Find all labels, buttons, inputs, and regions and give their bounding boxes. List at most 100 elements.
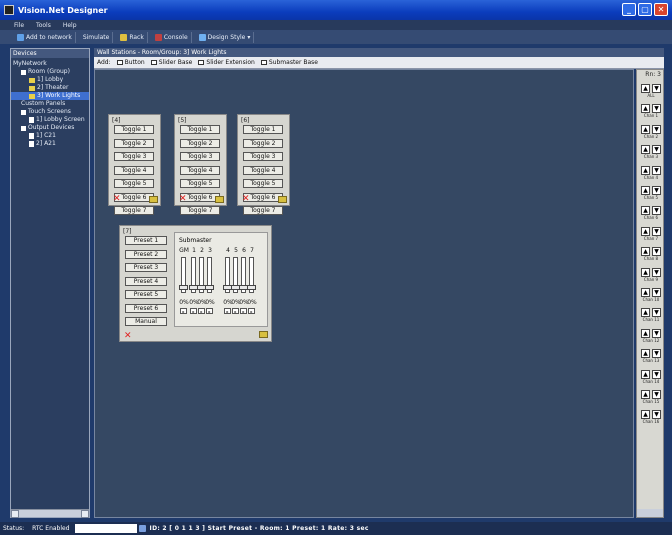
lower-button[interactable]: ▼ [652, 410, 661, 420]
design-style-button[interactable]: Design Style ▾ [196, 31, 255, 43]
flash-button[interactable]: ▸ [190, 308, 197, 314]
tree-item[interactable]: Output Devices [11, 124, 89, 132]
raise-button[interactable]: ▲ [641, 267, 650, 277]
lower-button[interactable]: ▼ [652, 226, 661, 236]
toggle-button[interactable]: Toggle 3 [114, 152, 154, 161]
preset-button[interactable]: Preset 6 [125, 303, 167, 313]
raise-button[interactable]: ▲ [641, 145, 650, 155]
tree-item[interactable]: MyNetwork [11, 60, 89, 68]
toggle-button[interactable]: Toggle 2 [243, 138, 283, 148]
toggle-button[interactable]: Toggle 4 [243, 165, 283, 175]
horizontal-scrollbar[interactable] [11, 509, 89, 518]
raise-button[interactable]: ▲ [641, 186, 650, 195]
toggle-button[interactable]: Toggle 3 [243, 152, 283, 161]
console-button[interactable]: Console [152, 31, 192, 43]
lower-button[interactable]: ▼ [652, 267, 661, 277]
manual-button[interactable]: Manual [125, 317, 167, 326]
toggle-button[interactable]: Toggle 3 [180, 152, 220, 161]
raise-button[interactable]: ▲ [641, 247, 650, 257]
edit-icon[interactable] [259, 331, 268, 338]
lower-button[interactable]: ▼ [652, 328, 661, 338]
raise-button[interactable]: ▲ [641, 206, 650, 216]
wall-station-panel[interactable]: [5] Toggle 1 Toggle 2 Toggle 3 Toggle 4 Toggl… [174, 114, 227, 215]
scroll-right-arrow[interactable] [81, 510, 89, 518]
preset-button[interactable]: Preset 1 [125, 236, 167, 245]
delete-icon[interactable]: ✕ [124, 332, 132, 341]
tree-item[interactable]: 2] A21 [11, 140, 89, 148]
delete-icon[interactable]: ✕ [242, 195, 250, 204]
preset-button[interactable]: Preset 3 [125, 263, 167, 272]
raise-button[interactable]: ▲ [641, 349, 650, 359]
edit-icon[interactable] [215, 196, 224, 203]
menu-file[interactable]: File [14, 22, 24, 29]
tree-item[interactable]: 2] Theater [11, 84, 89, 92]
flash-button[interactable]: ▸ [224, 308, 231, 314]
toggle-button[interactable]: Toggle 1 [243, 125, 283, 134]
wall-station-panel[interactable]: [4] Toggle 1 Toggle 2 Toggle 3 Toggle 4 Toggl… [108, 114, 161, 215]
toggle-button[interactable]: Toggle 4 [180, 165, 220, 175]
scroll-left-arrow[interactable] [11, 510, 19, 518]
menu-help[interactable]: Help [63, 22, 77, 29]
raise-button[interactable]: ▲ [641, 226, 650, 236]
design-canvas[interactable]: [4] Toggle 1 Toggle 2 Toggle 3 Toggle 4 Toggl… [94, 69, 634, 518]
flash-button[interactable]: ▸ [248, 308, 255, 314]
toggle-button[interactable]: Toggle 1 [180, 125, 220, 134]
lower-button[interactable]: ▼ [652, 84, 661, 93]
add-slider-base[interactable]: Slider Base [150, 59, 192, 66]
toggle-button[interactable]: Toggle 5 [180, 179, 220, 188]
lower-button[interactable]: ▼ [652, 104, 661, 114]
fader-knob[interactable] [247, 285, 256, 290]
toggle-button[interactable]: Toggle 7 [180, 206, 220, 215]
raise-button[interactable]: ▲ [641, 165, 650, 175]
flash-button[interactable]: ▸ [180, 308, 187, 314]
menu-tools[interactable]: Tools [36, 22, 51, 29]
minimize-button[interactable]: _ [622, 3, 636, 16]
lower-button[interactable]: ▼ [652, 288, 661, 297]
tree-item[interactable]: Room (Group) [11, 68, 89, 76]
tree-item[interactable]: Custom Panels [11, 100, 89, 108]
tree-item[interactable]: 3] Work Lights [11, 92, 89, 100]
lower-button[interactable]: ▼ [652, 369, 661, 379]
tree-item[interactable]: 1] C21 [11, 132, 89, 140]
preset-button[interactable]: Preset 4 [125, 276, 167, 286]
add-submaster-base[interactable]: Submaster Base [260, 59, 318, 66]
toggle-button[interactable]: Toggle 5 [114, 179, 154, 188]
preset-panel[interactable]: [7] Preset 1 Preset 2 Preset 3 Preset 4 Prese… [119, 225, 272, 342]
fader-knob[interactable] [179, 285, 188, 290]
lower-button[interactable]: ▼ [652, 206, 661, 216]
toggle-button[interactable]: Toggle 5 [243, 179, 283, 188]
add-to-network-button[interactable]: Add to network [14, 31, 76, 43]
raise-button[interactable]: ▲ [641, 104, 650, 114]
edit-icon[interactable] [278, 196, 287, 203]
delete-icon[interactable]: ✕ [179, 195, 187, 204]
raise-button[interactable]: ▲ [641, 124, 650, 134]
flash-button[interactable]: ▸ [206, 308, 213, 314]
tree-item[interactable]: 1] Lobby [11, 76, 89, 84]
lower-button[interactable]: ▼ [652, 308, 661, 318]
add-button-item[interactable]: Button [116, 59, 145, 66]
raise-button[interactable]: ▲ [641, 328, 650, 338]
toggle-button[interactable]: Toggle 4 [114, 165, 154, 175]
preset-button[interactable]: Preset 2 [125, 249, 167, 259]
rack-button[interactable]: Rack [117, 31, 148, 43]
raise-button[interactable]: ▲ [641, 288, 650, 297]
fader-knob[interactable] [205, 285, 214, 290]
toggle-button[interactable]: Toggle 1 [114, 125, 154, 134]
toggle-button[interactable]: Toggle 2 [114, 138, 154, 148]
edit-icon[interactable] [149, 196, 158, 203]
maximize-button[interactable]: ▢ [638, 3, 652, 16]
lower-button[interactable]: ▼ [652, 349, 661, 359]
lower-button[interactable]: ▼ [652, 124, 661, 134]
lower-button[interactable]: ▼ [652, 390, 661, 399]
lower-button[interactable]: ▼ [652, 247, 661, 257]
raise-button[interactable]: ▲ [641, 84, 650, 93]
tree-item[interactable]: 1] Lobby Screen [11, 116, 89, 124]
raise-button[interactable]: ▲ [641, 308, 650, 318]
toggle-button[interactable]: Toggle 2 [180, 138, 220, 148]
close-button[interactable]: ✕ [654, 3, 668, 16]
delete-icon[interactable]: ✕ [113, 195, 121, 204]
toggle-button[interactable]: Toggle 7 [114, 206, 154, 215]
tree-item[interactable]: Touch Screens [11, 108, 89, 116]
flash-button[interactable]: ▸ [240, 308, 247, 314]
wall-station-panel[interactable]: [6] Toggle 1 Toggle 2 Toggle 3 Toggle 4 Toggl… [237, 114, 290, 215]
